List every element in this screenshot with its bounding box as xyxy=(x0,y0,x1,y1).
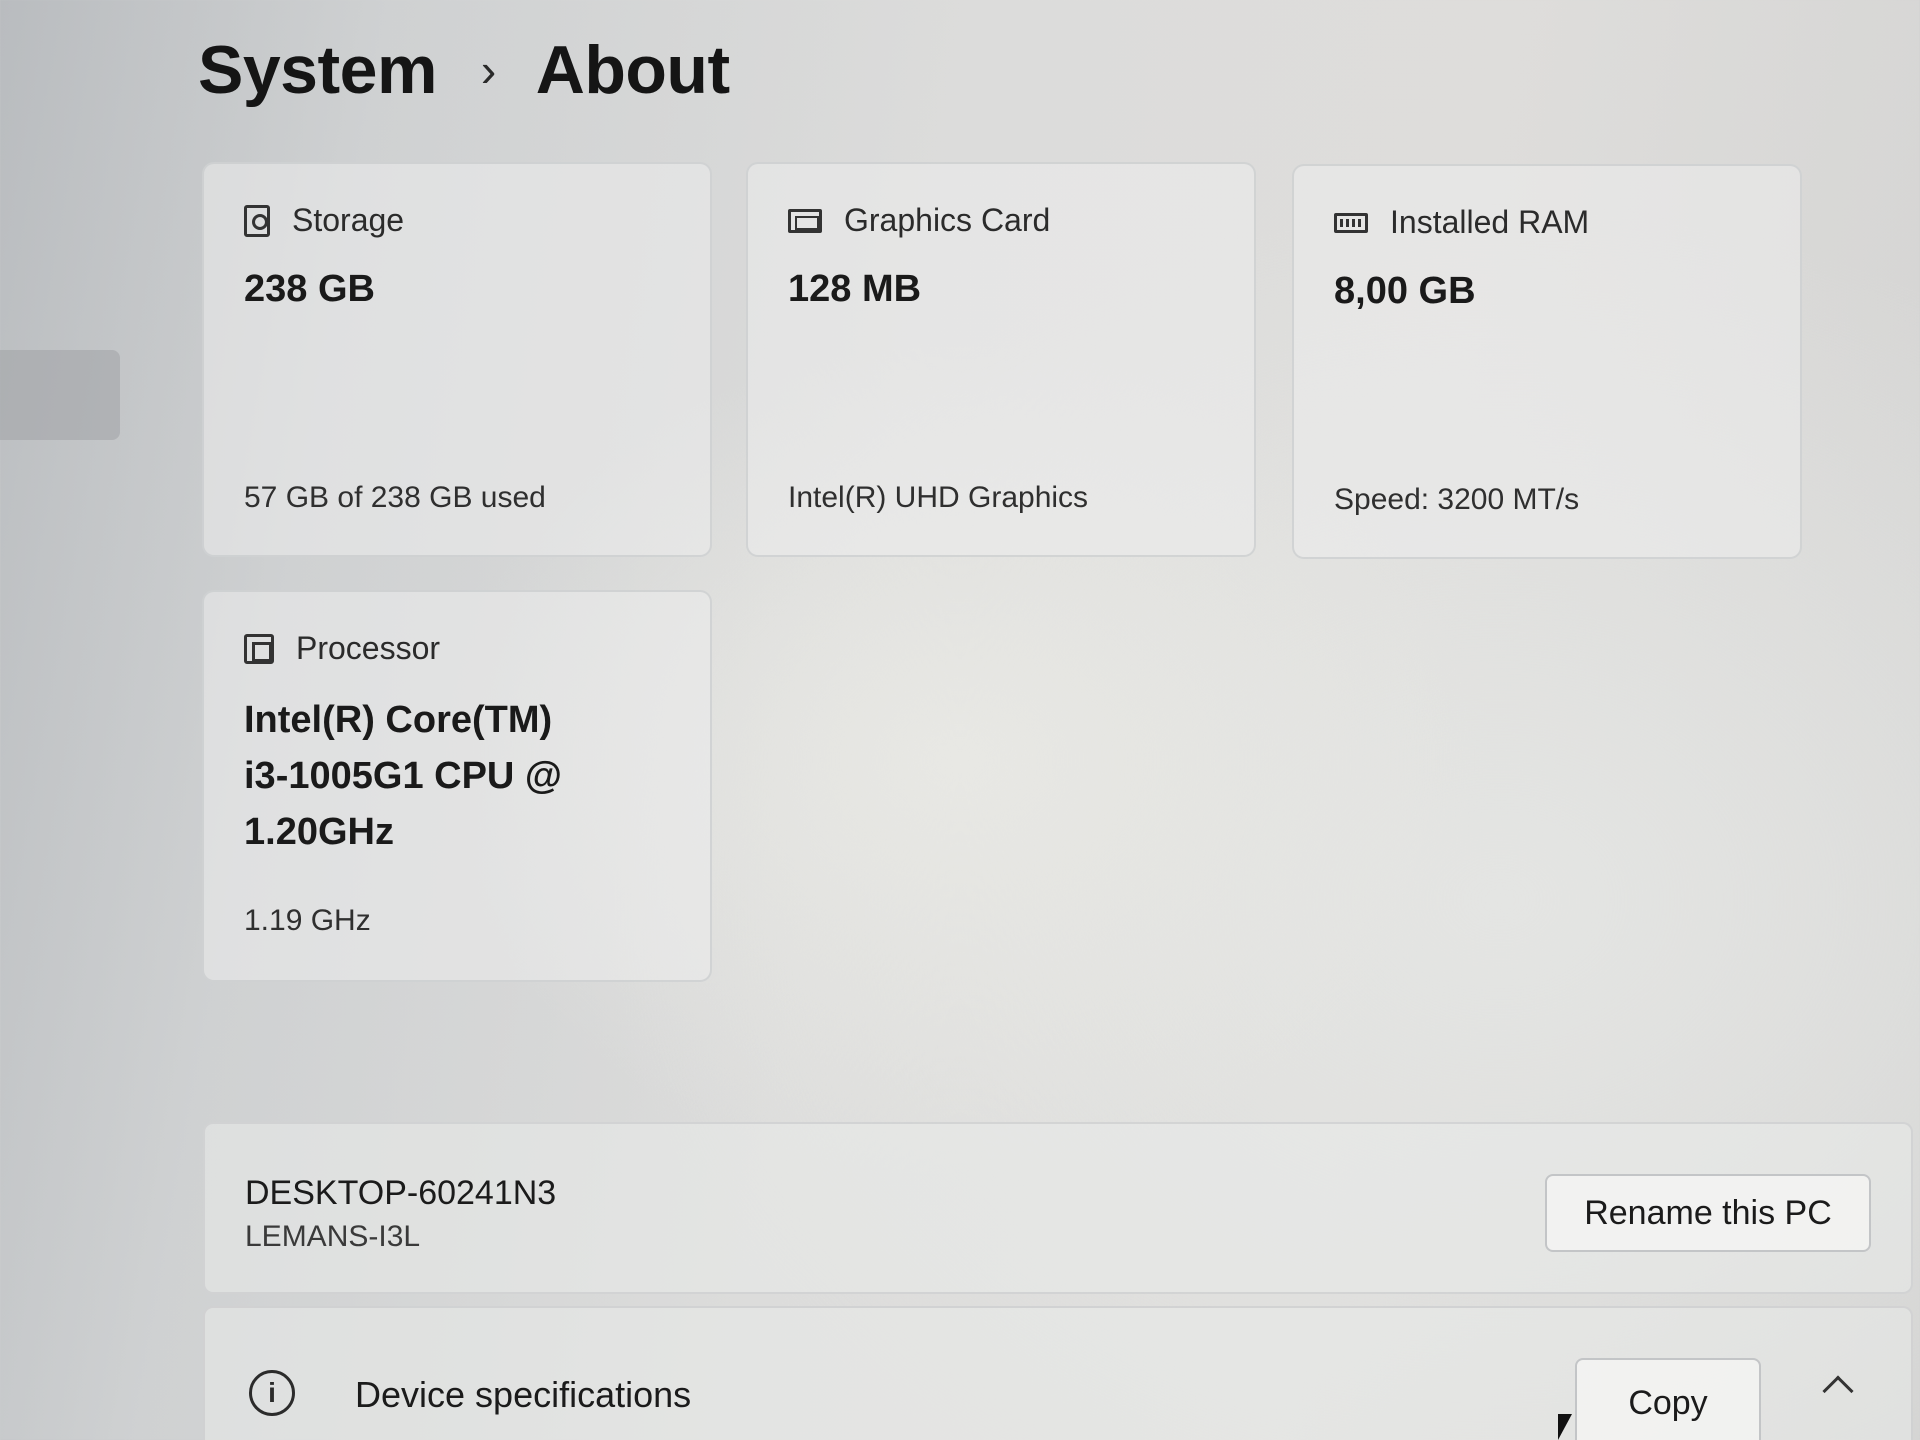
storage-icon xyxy=(244,204,270,237)
copy-button[interactable]: Copy xyxy=(1575,1358,1761,1440)
graphics-card-title: Graphics Card xyxy=(844,202,1051,238)
processor-speed: 1.19 GHz xyxy=(244,904,371,937)
graphics-memory-value: 128 MB xyxy=(788,268,922,310)
nav-selected-item[interactable] xyxy=(0,350,120,440)
storage-card-header: Storage xyxy=(244,202,404,239)
processor-name-line-2: i3-1005G1 CPU @ xyxy=(244,755,562,797)
graphics-card-icon xyxy=(788,208,822,233)
device-name-row: DESKTOP-60241N3 LEMANS-I3L Rename this P… xyxy=(203,1122,1913,1294)
breadcrumb: System › About xyxy=(198,30,730,110)
graphics-card-header: Graphics Card xyxy=(788,202,1050,239)
ram-speed: Speed: 3200 MT/s xyxy=(1334,483,1580,516)
processor-name-line-3: 1.20GHz xyxy=(244,811,394,853)
device-specifications-label: Device specifications xyxy=(355,1374,692,1415)
device-model: LEMANS-I3L xyxy=(245,1220,421,1253)
ram-value: 8,00 GB xyxy=(1334,270,1476,312)
page-title: About xyxy=(535,32,730,108)
ram-card-header: Installed RAM xyxy=(1334,204,1589,241)
processor-card[interactable]: Processor Intel(R) Core(TM) i3-1005G1 CP… xyxy=(202,590,712,982)
storage-usage: 57 GB of 238 GB used xyxy=(244,481,546,514)
processor-name: Intel(R) Core(TM) i3-1005G1 CPU @ 1.20GH… xyxy=(244,692,664,860)
processor-icon xyxy=(244,633,274,664)
storage-card[interactable]: Storage 238 GB 57 GB of 238 GB used xyxy=(202,162,712,557)
processor-card-header: Processor xyxy=(244,630,440,667)
graphics-card-card[interactable]: Graphics Card 128 MB Intel(R) UHD Graphi… xyxy=(746,162,1256,557)
device-specifications-header[interactable]: i Device specifications Copy xyxy=(203,1306,1913,1440)
breadcrumb-parent[interactable]: System xyxy=(198,31,437,109)
mouse-cursor-icon xyxy=(1558,1414,1572,1440)
storage-value: 238 GB xyxy=(244,268,375,310)
chevron-up-icon[interactable] xyxy=(1822,1375,1854,1407)
chevron-right-icon: › xyxy=(480,44,496,96)
graphics-adapter-name: Intel(R) UHD Graphics xyxy=(788,481,1089,514)
info-icon: i xyxy=(249,1370,295,1416)
device-name: DESKTOP-60241N3 xyxy=(245,1174,557,1212)
processor-card-title: Processor xyxy=(296,630,441,666)
rename-pc-button[interactable]: Rename this PC xyxy=(1545,1174,1871,1252)
storage-card-title: Storage xyxy=(292,202,405,238)
ram-icon xyxy=(1334,212,1368,233)
ram-card[interactable]: Installed RAM 8,00 GB Speed: 3200 MT/s xyxy=(1292,164,1802,559)
processor-name-line-1: Intel(R) Core(TM) xyxy=(244,699,553,741)
ram-card-title: Installed RAM xyxy=(1390,204,1590,240)
